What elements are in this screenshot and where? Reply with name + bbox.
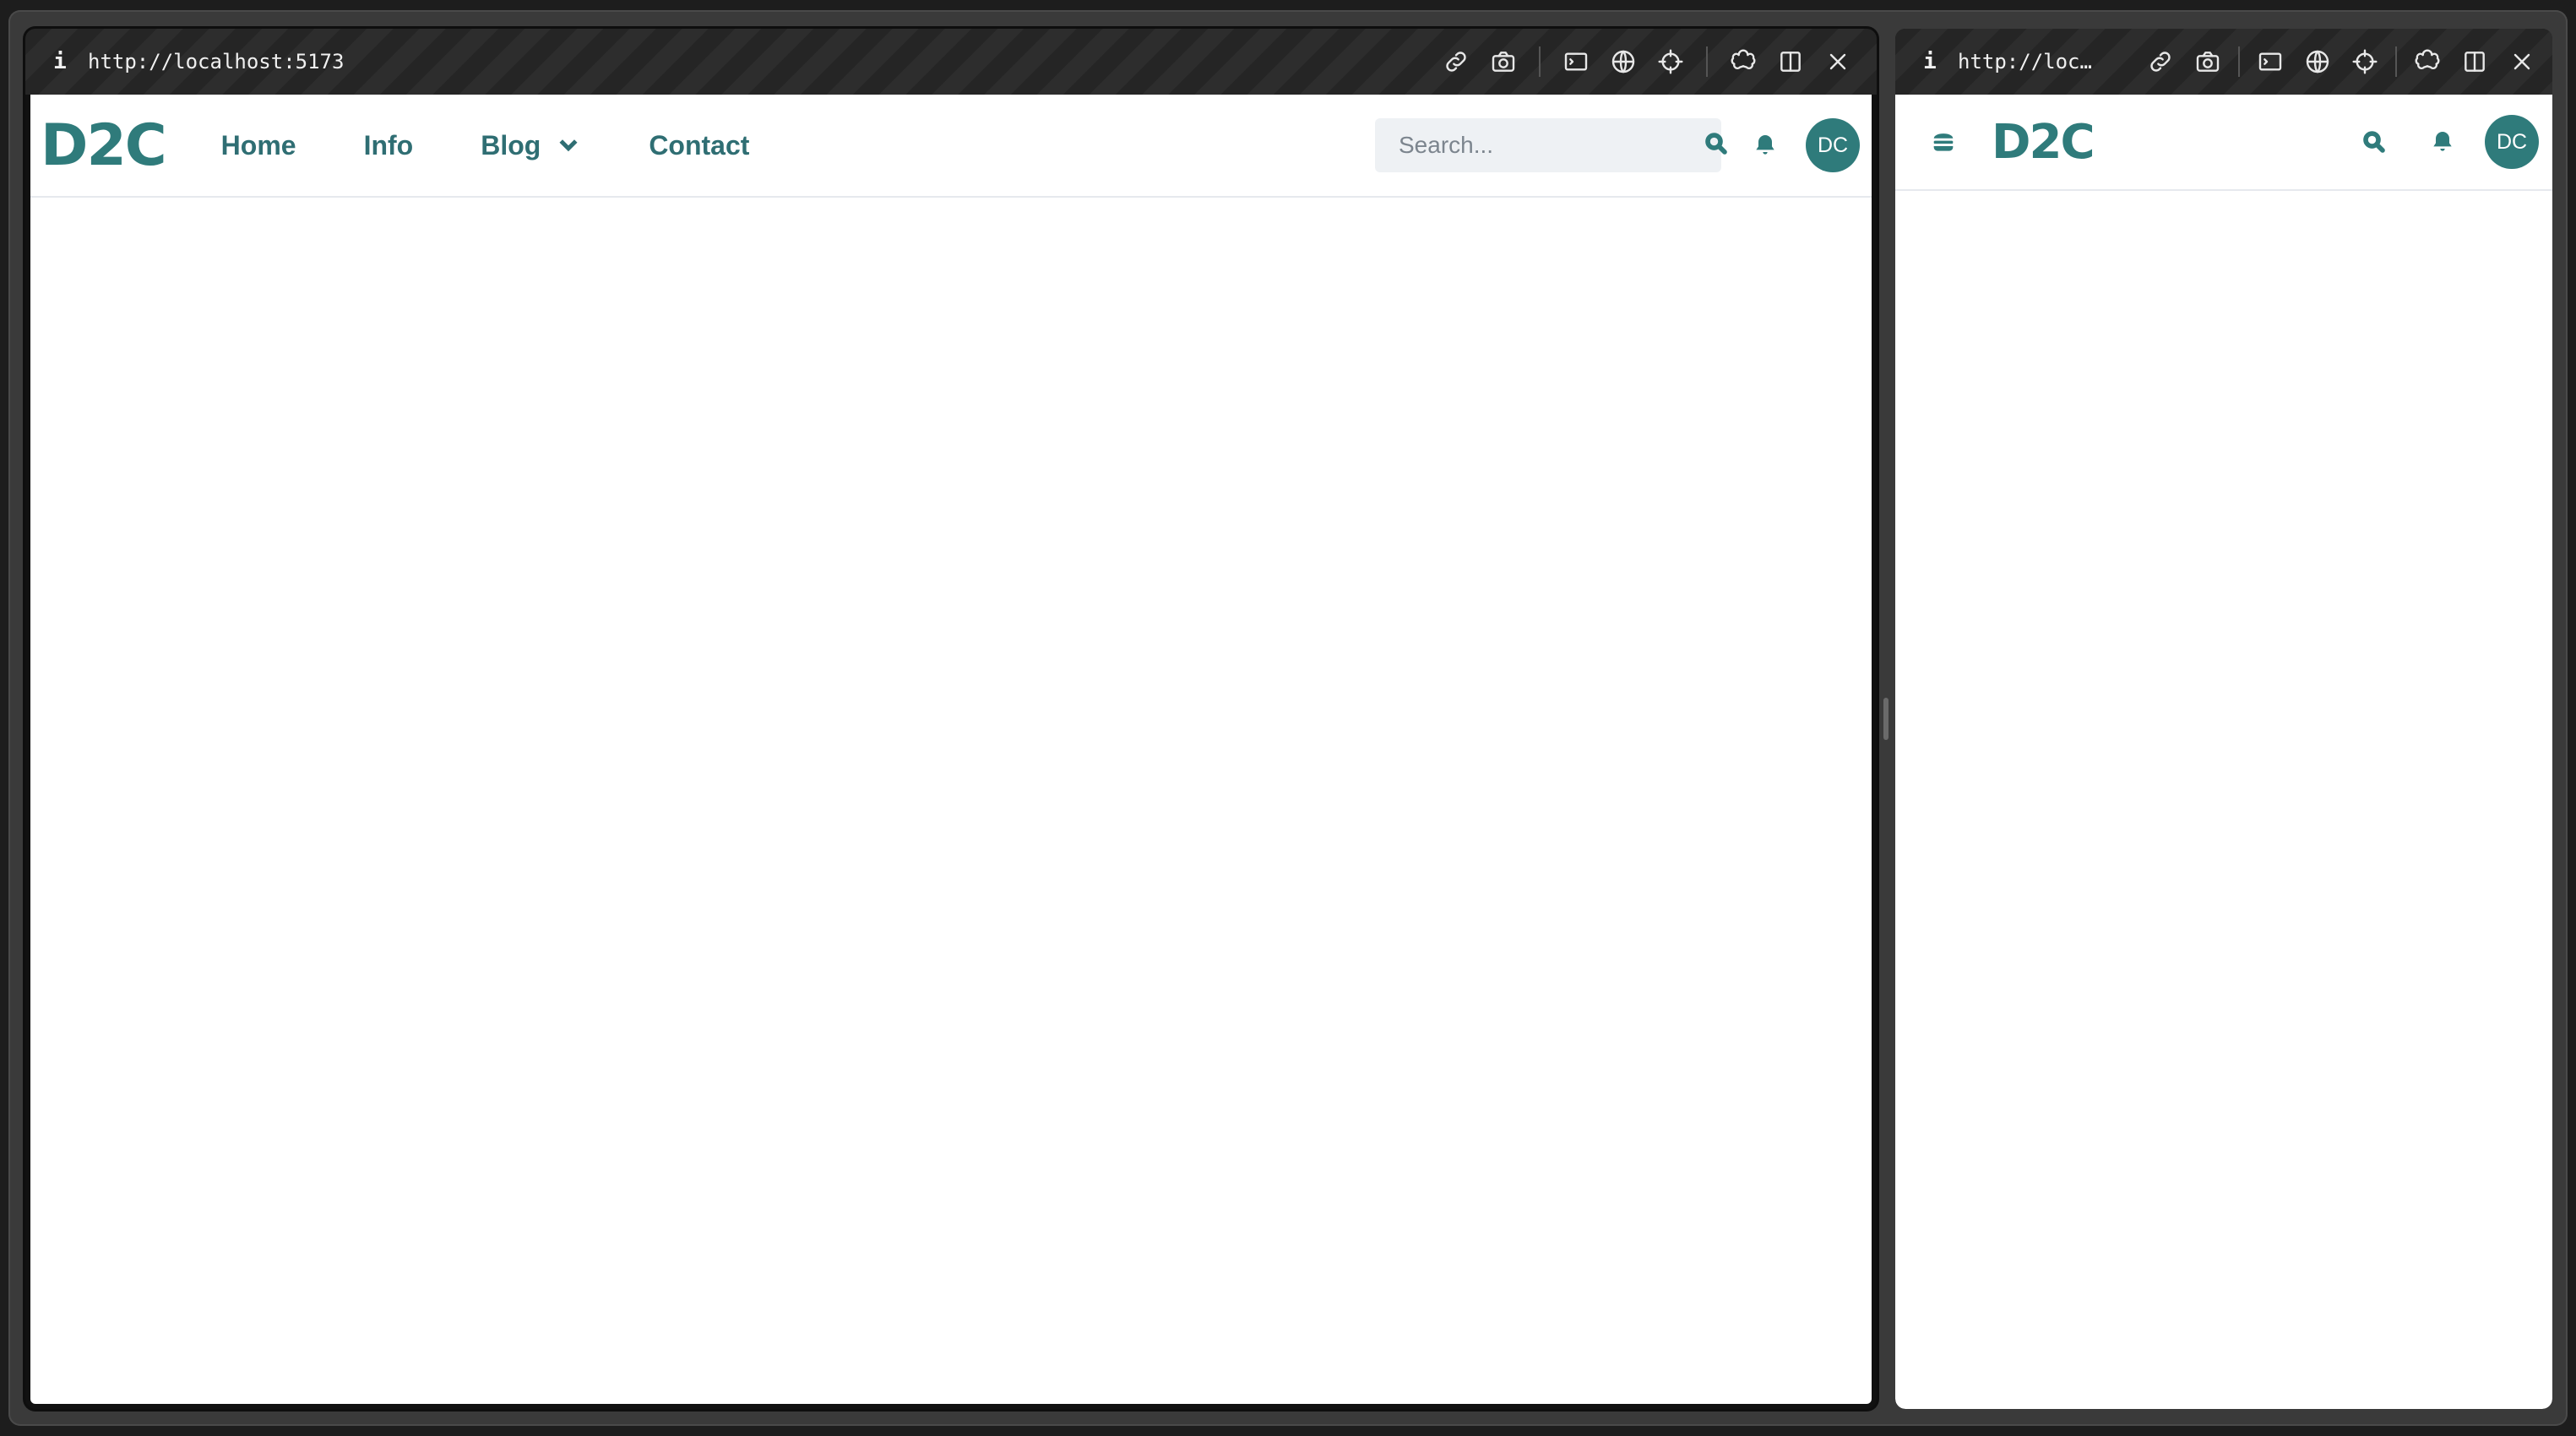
toolbar-separator bbox=[1706, 46, 1708, 77]
brain-icon[interactable] bbox=[2404, 38, 2451, 85]
nav-blog[interactable]: Blog bbox=[481, 130, 581, 161]
browser-window-mobile: i http://loc… D2C DC bbox=[1895, 29, 2552, 1409]
toolbar-actions bbox=[2137, 38, 2546, 85]
site-header: D2C DC bbox=[1895, 95, 2552, 191]
address-url[interactable]: http://loc… bbox=[1958, 50, 2093, 73]
nav-home[interactable]: Home bbox=[221, 130, 296, 161]
site-header: D2C Home Info Blog Contact Search... DC bbox=[30, 95, 1872, 198]
search-input[interactable] bbox=[1399, 132, 1704, 159]
nav-home-label: Home bbox=[220, 129, 296, 160]
search-box bbox=[1375, 118, 1727, 172]
nav-contact-label: Contact bbox=[649, 129, 750, 160]
avatar[interactable]: DC bbox=[1806, 118, 1860, 172]
nav-blog-label: Blog bbox=[481, 129, 541, 160]
split-resize-handle[interactable] bbox=[1883, 698, 1889, 740]
split-view-icon[interactable] bbox=[2451, 38, 2498, 85]
main-nav: Home Info Blog Contact bbox=[221, 130, 818, 161]
site-logo[interactable]: D2C bbox=[1992, 115, 2095, 170]
close-icon[interactable] bbox=[2498, 38, 2546, 85]
browser-toolbar: i http://loc… bbox=[1895, 29, 2552, 95]
search-icon[interactable] bbox=[1704, 131, 1729, 160]
crosshair-icon[interactable] bbox=[1647, 38, 1694, 85]
chevron-down-icon bbox=[559, 139, 578, 152]
page-viewport: D2C DC bbox=[1895, 95, 2552, 1409]
crosshair-icon[interactable] bbox=[2341, 38, 2389, 85]
terminal-icon[interactable] bbox=[1552, 38, 1600, 85]
nav-contact[interactable]: Contact bbox=[649, 130, 749, 161]
globe-icon[interactable] bbox=[1600, 38, 1647, 85]
nav-info-label: Info bbox=[363, 129, 414, 160]
split-view-icon[interactable] bbox=[1767, 38, 1814, 85]
close-icon[interactable] bbox=[1814, 38, 1861, 85]
brain-icon[interactable] bbox=[1720, 38, 1767, 85]
toolbar-separator bbox=[2395, 46, 2397, 77]
toolbar-separator bbox=[2238, 46, 2240, 77]
header-actions: DC bbox=[1375, 118, 1860, 172]
nav-info[interactable]: Info bbox=[364, 130, 414, 161]
info-icon[interactable]: i bbox=[49, 49, 71, 74]
toolbar-actions bbox=[1432, 38, 1861, 85]
avatar[interactable]: DC bbox=[2485, 115, 2539, 169]
browser-toolbar: i http://localhost:5173 bbox=[25, 29, 1877, 95]
bell-icon[interactable] bbox=[2429, 128, 2456, 155]
terminal-icon[interactable] bbox=[2247, 38, 2294, 85]
bell-icon[interactable] bbox=[1752, 132, 1779, 159]
globe-icon[interactable] bbox=[2294, 38, 2341, 85]
link-icon[interactable] bbox=[1432, 38, 1480, 85]
camera-icon[interactable] bbox=[2184, 38, 2231, 85]
search-icon[interactable] bbox=[2360, 128, 2389, 156]
header-actions: DC bbox=[2360, 115, 2539, 169]
link-icon[interactable] bbox=[2137, 38, 2184, 85]
site-logo[interactable]: D2C bbox=[41, 112, 167, 179]
hamburger-menu-icon[interactable] bbox=[1929, 128, 1958, 156]
page-viewport: D2C Home Info Blog Contact Search... DC bbox=[30, 95, 1872, 1404]
browser-window-desktop: i http://localhost:5173 D2C Home Info Bl… bbox=[25, 29, 1877, 1409]
address-url[interactable]: http://localhost:5173 bbox=[88, 50, 344, 73]
toolbar-separator bbox=[1539, 46, 1541, 77]
info-icon[interactable]: i bbox=[1919, 49, 1941, 74]
camera-icon[interactable] bbox=[1480, 38, 1527, 85]
